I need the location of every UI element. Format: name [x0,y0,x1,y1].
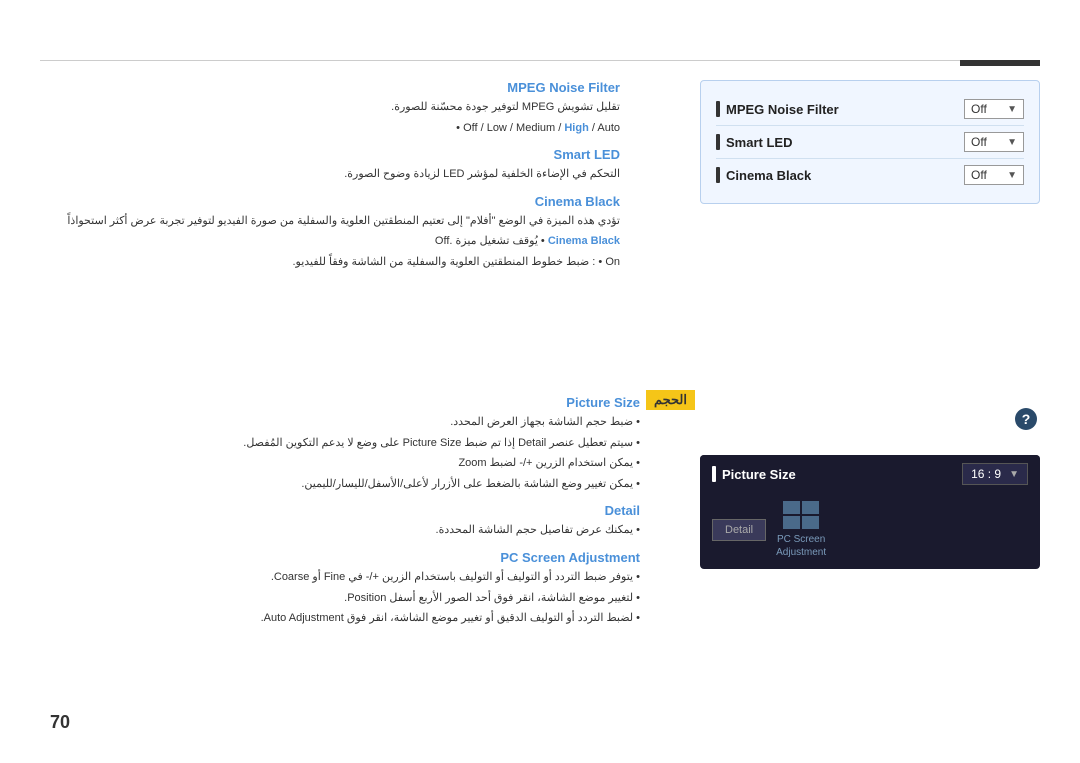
mpeg-options: Off / Low / Medium / High / Auto • [40,120,620,138]
picture-select-arrow-icon: ▼ [1009,469,1019,480]
picture-panel-label: Picture Size [712,466,796,482]
smart-led-heading: Smart LED [40,147,620,162]
picture-panel-bar-icon [712,466,716,482]
pc-screen-desc2: • لتغيير موضع الشاشة، انقر فوق أحد الصور… [40,590,640,608]
detail-section: Detail • يمكنك عرض تفاصيل حجم الشاشة الم… [40,503,640,540]
smart-led-arrow-icon: ▼ [1007,137,1017,148]
picture-panel-header: Picture Size 16 : 9 ▼ [700,455,1040,493]
picture-panel-body: Detail PC ScreenAdjustment [700,493,1040,569]
mpeg-high-option: High [564,122,588,134]
right-control-panel: MPEG Noise Filter Off ▼ Smart LED Off ▼ … [700,80,1040,224]
cinema-black-off: Cinema Black • يُوقف تشغيل ميزة .Off [40,233,620,251]
grid-cell-tl [783,501,800,514]
pc-screen-heading: PC Screen Adjustment [40,550,640,565]
pc-screen-section: PC Screen Adjustment • يتوفر ضبط التردد … [40,550,640,628]
smart-led-desc: التحكم في الإضاءة الخلفية لمؤشر LED لزيا… [40,166,620,184]
grid-cell-tr [802,501,819,514]
mpeg-noise-filter-desc: تقليل تشويش MPEG لتوفير جودة محسّنة للصو… [40,99,620,117]
grid-icon [783,501,819,529]
lower-left-content: Picture Size • ضبط حجم الشاشة بجهاز العر… [40,395,640,638]
control-panel-box: MPEG Noise Filter Off ▼ Smart LED Off ▼ … [700,80,1040,204]
pc-screen-adjustment-label: PC ScreenAdjustment [776,533,826,559]
detail-desc: • يمكنك عرض تفاصيل حجم الشاشة المحددة. [40,522,640,540]
yellow-size-label: الحجم [646,390,695,410]
picture-size-panel-container: Picture Size 16 : 9 ▼ Detail PC ScreenAd… [700,430,1040,569]
picture-size-desc4: • يمكن تغيير وضع الشاشة بالضغط على الأزر… [40,476,640,494]
picture-size-desc2: • سيتم تعطيل عنصر Detail إذا تم ضبط Pict… [40,435,640,453]
page-number: 70 [50,712,70,733]
question-bubble: ? [1015,408,1037,430]
mpeg-bar-icon [716,101,720,117]
picture-size-section: Picture Size • ضبط حجم الشاشة بجهاز العر… [40,395,640,493]
smart-led-control-label: Smart LED [716,134,792,150]
detail-heading: Detail [40,503,640,518]
picture-size-select[interactable]: 16 : 9 ▼ [962,463,1028,485]
cinema-black-control-label: Cinema Black [716,167,811,183]
smart-led-section: Smart LED التحكم في الإضاءة الخلفية لمؤش… [40,147,620,184]
grid-cell-br [802,516,819,529]
mpeg-control-label: MPEG Noise Filter [716,101,839,117]
smart-led-select[interactable]: Off ▼ [964,132,1024,152]
mpeg-noise-filter-heading: MPEG Noise Filter [40,80,620,95]
mpeg-select[interactable]: Off ▼ [964,99,1024,119]
smart-led-control-row: Smart LED Off ▼ [716,126,1024,159]
cinema-black-arrow-icon: ▼ [1007,170,1017,181]
cinema-black-select[interactable]: Off ▼ [964,165,1024,185]
mpeg-arrow-icon: ▼ [1007,104,1017,115]
right-accent-bar [960,60,1040,66]
smart-led-bar-icon [716,134,720,150]
top-divider [40,60,1040,61]
picture-size-desc1: • ضبط حجم الشاشة بجهاز العرض المحدد. [40,414,640,432]
cinema-black-bar-icon [716,167,720,183]
pc-screen-desc3: • لضبط التردد أو التوليف الدقيق أو تغيير… [40,610,640,628]
pc-screen-desc1: • يتوفر ضبط التردد أو التوليف أو التوليف… [40,569,640,587]
cinema-black-on: On • : ضبط خطوط المنطقتين العلوية والسفل… [40,254,620,272]
picture-size-panel: Picture Size 16 : 9 ▼ Detail PC ScreenAd… [700,455,1040,569]
cinema-black-intro: تؤدي هذه الميزة في الوضع "أفلام" إلى تعت… [40,213,620,231]
detail-button[interactable]: Detail [712,519,766,541]
pc-screen-block: PC ScreenAdjustment [776,501,826,559]
picture-size-desc3: • يمكن استخدام الزرين +/- لضبط Zoom [40,455,640,473]
cinema-black-section: Cinema Black تؤدي هذه الميزة في الوضع "أ… [40,194,620,272]
mpeg-noise-filter-section: MPEG Noise Filter تقليل تشويش MPEG لتوفي… [40,80,620,137]
grid-cell-bl [783,516,800,529]
cinema-black-control-row: Cinema Black Off ▼ [716,159,1024,191]
mpeg-control-row: MPEG Noise Filter Off ▼ [716,93,1024,126]
cinema-black-heading: Cinema Black [40,194,620,209]
picture-size-heading: Picture Size [40,395,640,410]
left-content-top: MPEG Noise Filter تقليل تشويش MPEG لتوفي… [40,80,620,282]
